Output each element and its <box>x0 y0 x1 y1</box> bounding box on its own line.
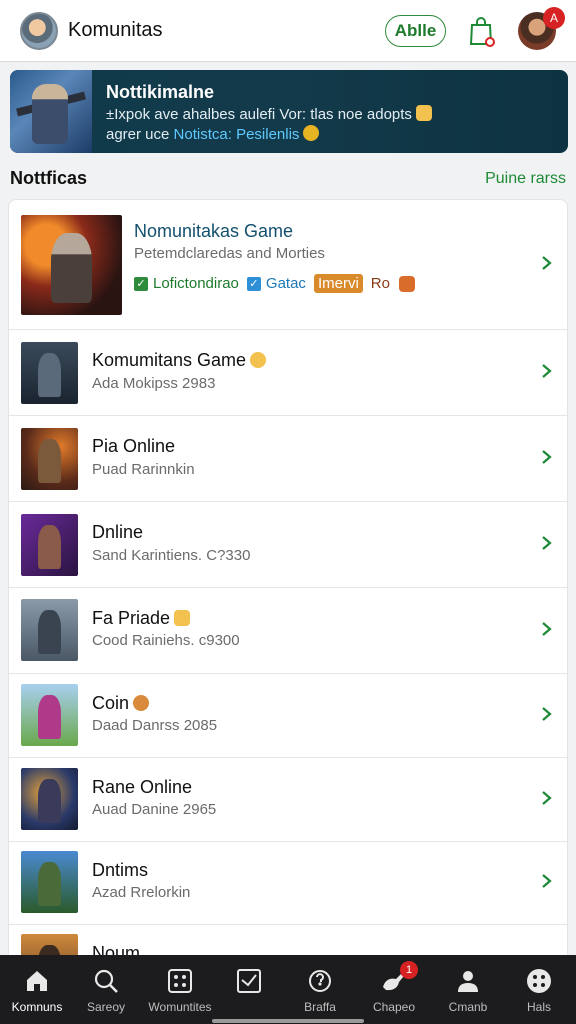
chevron-right-icon <box>539 873 553 888</box>
list-item[interactable]: Rane Online Auad Danine 2965 <box>9 758 567 842</box>
page-title: Komunitas <box>68 19 163 41</box>
chevron-right-icon <box>539 449 553 464</box>
nav-braffa[interactable]: Braffa <box>284 955 356 1024</box>
nav-profile[interactable]: Cmanb <box>432 955 504 1024</box>
tag: Ro <box>371 275 415 292</box>
chevron-right-icon <box>539 255 553 270</box>
list-item[interactable]: Pia Online Puad Rarinnkin <box>9 416 567 502</box>
gift-icon <box>398 275 415 292</box>
featured-title: Nomunitakas Game <box>134 221 294 241</box>
chevron-right-icon <box>539 363 553 378</box>
item-thumbnail <box>21 851 78 913</box>
list-item[interactable]: Fa Priade Cood Rainiehs. c9300 <box>9 588 567 674</box>
banner-image <box>10 70 92 153</box>
eye-emoji-icon <box>303 125 320 141</box>
banner-subtext: agrer uce Notistca: Pesilenlis <box>106 125 320 143</box>
item-thumbnail <box>21 599 78 661</box>
featured-item[interactable]: Nomunitakas Game Petemdclaredas and Mort… <box>9 200 567 330</box>
item-title: Pia Online <box>92 436 176 456</box>
list-item[interactable]: Dntims Azad Rrelorkin <box>9 842 567 925</box>
home-icon <box>27 971 47 991</box>
item-thumbnail <box>21 428 78 490</box>
item-subtitle: Daad Danrss 2085 <box>92 717 218 734</box>
check-icon: ✓ <box>134 276 148 291</box>
notification-badge: A <box>543 7 565 29</box>
chevron-right-icon <box>539 790 553 805</box>
item-title: Dnline <box>92 522 144 542</box>
list-item[interactable]: Coin Daad Danrss 2085 <box>9 674 567 758</box>
featured-thumbnail <box>21 215 122 315</box>
chevron-right-icon <box>539 535 553 550</box>
dots-icon <box>527 969 551 993</box>
item-thumbnail <box>21 684 78 746</box>
banner-title: Nottikimalne <box>106 82 215 102</box>
circle-icon <box>309 970 331 992</box>
grid-icon <box>168 969 192 993</box>
check-icon: ✓ <box>246 276 261 291</box>
item-title: Komumitans Game <box>92 350 267 371</box>
app-header: Komunitas Ablle A <box>0 0 576 62</box>
item-subtitle: Puad Rarinnkin <box>92 461 195 478</box>
item-subtitle: Cood Rainiehs. c9300 <box>92 632 240 649</box>
featured-subtitle: Petemdclaredas and Morties <box>134 245 325 262</box>
chat-badge: 1 <box>400 961 418 979</box>
nav-communities[interactable]: Womuntites <box>144 955 216 1024</box>
item-thumbnail <box>21 514 78 576</box>
action-button[interactable]: Ablle <box>385 15 446 47</box>
community-avatar[interactable] <box>20 12 58 50</box>
nav-stats[interactable] <box>213 955 285 1024</box>
nav-search[interactable]: Sareoy <box>70 955 142 1024</box>
hand-emoji-icon <box>174 610 191 626</box>
section-title: Nottficas <box>10 168 88 188</box>
nav-home[interactable]: Komnuns <box>1 955 73 1024</box>
tag: ✓ Gatac <box>246 275 306 292</box>
item-subtitle: Auad Danine 2965 <box>92 801 217 818</box>
item-title: Coin <box>92 693 150 714</box>
section-link[interactable]: Puine rarss <box>485 170 566 188</box>
notification-list: Nomunitakas Game Petemdclaredas and Mort… <box>8 199 568 969</box>
item-title: Rane Online <box>92 777 193 797</box>
search-icon <box>94 969 118 993</box>
cookie-emoji-icon <box>133 695 150 711</box>
item-title: Fa Priade <box>92 608 191 629</box>
sparkle-icon <box>250 352 267 368</box>
chevron-right-icon <box>539 706 553 721</box>
tag: ✓ Lofictondirao <box>134 275 239 292</box>
bottom-nav: Komnuns Sareoy Womuntites Braffa Chapeo … <box>0 955 576 1024</box>
item-title: Dntims <box>92 860 149 880</box>
item-subtitle: Sand Karintiens. C?330 <box>92 547 251 564</box>
list-item[interactable]: Komumitans Game Ada Mokipss 2983 <box>9 330 567 416</box>
item-subtitle: Ada Mokipss 2983 <box>92 375 216 392</box>
chevron-right-icon <box>539 621 553 636</box>
shopping-bag-icon[interactable] <box>468 15 496 47</box>
home-indicator <box>212 1019 364 1023</box>
item-subtitle: Azad Rrelorkin <box>92 884 191 901</box>
banner-link[interactable]: Notistca: Pesilenlis <box>174 126 300 143</box>
list-item[interactable]: Dnline Sand Karintiens. C?330 <box>9 502 567 588</box>
nav-more[interactable]: Hals <box>503 955 575 1024</box>
tag: Imervi <box>313 274 363 293</box>
chart-icon <box>237 969 261 993</box>
item-thumbnail <box>21 768 78 830</box>
person-icon <box>458 971 478 992</box>
hand-emoji-icon <box>415 105 432 121</box>
banner-text: ±Ixpok ave ahalbes aulefi Vor: tlas noe … <box>106 105 432 123</box>
nav-chat[interactable]: Chapeo 1 <box>358 955 430 1024</box>
promo-banner[interactable]: Nottikimalne ±Ixpok ave ahalbes aulefi V… <box>10 70 568 153</box>
item-thumbnail <box>21 342 78 404</box>
featured-tags: ✓ Lofictondirao ✓ Gatac Imervi Ro <box>134 274 415 293</box>
